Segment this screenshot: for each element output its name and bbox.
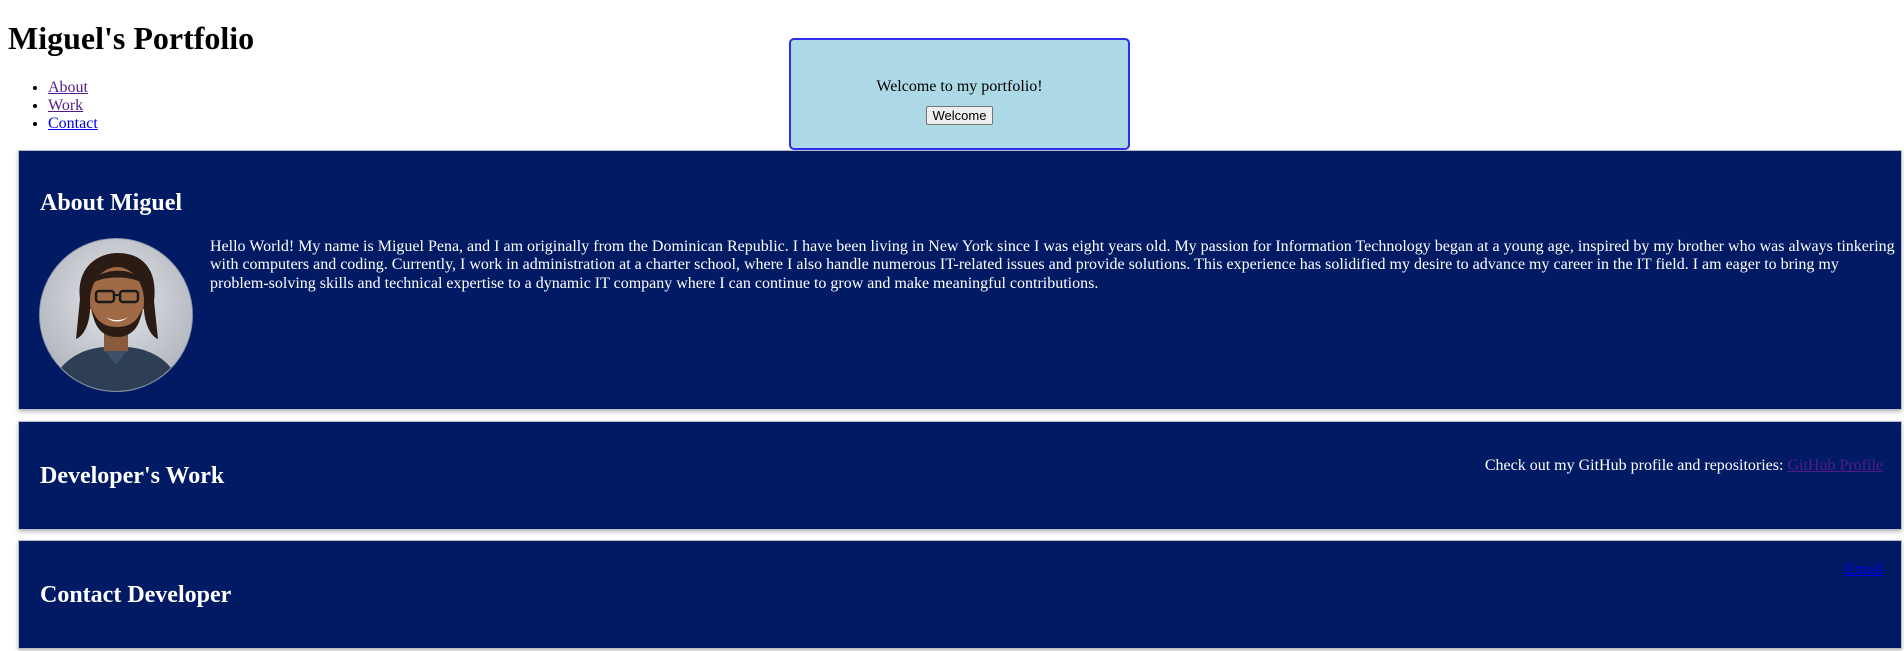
profile-photo bbox=[40, 239, 192, 391]
work-description: Check out my GitHub profile and reposito… bbox=[1485, 457, 1883, 475]
contact-heading: Contact Developer bbox=[40, 582, 232, 608]
welcome-message: Welcome to my portfolio! bbox=[876, 78, 1043, 95]
welcome-popup: Welcome to my portfolio! Welcome bbox=[789, 38, 1130, 150]
nav-link-about[interactable]: About bbox=[48, 79, 88, 96]
about-section: About Miguel Hello World! My name is Mig… bbox=[18, 150, 1902, 410]
nav-item-work: Work bbox=[48, 97, 98, 115]
work-section: Developer's Work Check out my GitHub pro… bbox=[18, 421, 1902, 530]
about-bio: Hello World! My name is Miguel Pena, and… bbox=[210, 238, 1895, 292]
nav-item-contact: Contact bbox=[48, 115, 98, 133]
github-profile-link[interactable]: GitHub Profile bbox=[1787, 457, 1883, 474]
nav-link-work[interactable]: Work bbox=[48, 97, 83, 114]
main-nav: About Work Contact bbox=[8, 79, 98, 133]
nav-link-contact[interactable]: Contact bbox=[48, 115, 98, 132]
page-title: Miguel's Portfolio bbox=[8, 20, 255, 56]
contact-section: Contact Developer Email bbox=[18, 540, 1902, 649]
work-text: Check out my GitHub profile and reposito… bbox=[1484, 457, 1788, 474]
avatar bbox=[39, 238, 193, 392]
nav-item-about: About bbox=[48, 79, 98, 97]
welcome-button[interactable]: Welcome bbox=[925, 106, 994, 125]
email-link[interactable]: Email bbox=[1845, 561, 1883, 579]
work-heading: Developer's Work bbox=[40, 463, 225, 489]
about-heading: About Miguel bbox=[40, 190, 183, 216]
